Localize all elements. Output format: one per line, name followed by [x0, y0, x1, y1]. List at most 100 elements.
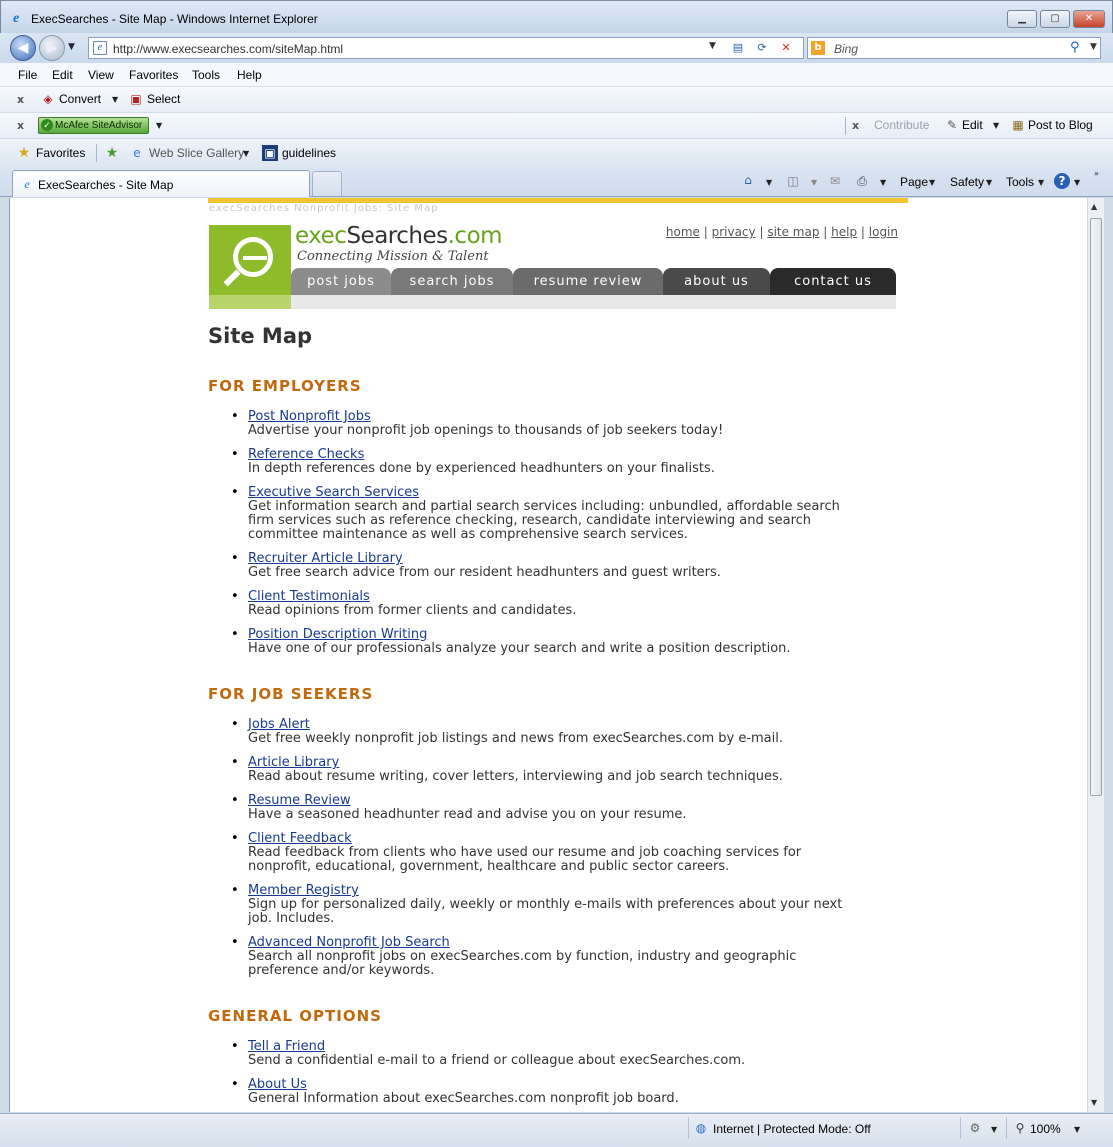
tell-a-friend-link[interactable]: Tell a Friend — [248, 1040, 868, 1054]
add-favorite-icon[interactable]: ★ — [104, 145, 120, 161]
help-icon[interactable]: ? — [1054, 173, 1070, 189]
page-dropdown-icon[interactable]: ▼ — [929, 178, 935, 187]
edit-button[interactable]: Edit — [962, 118, 983, 132]
home-icon[interactable]: ⌂ — [740, 172, 756, 188]
member-registry-link[interactable]: Member Registry — [248, 884, 868, 898]
address-bar[interactable]: e http://www.execsearches.com/siteMap.ht… — [88, 37, 804, 59]
reference-checks-link[interactable]: Reference Checks — [248, 448, 868, 462]
maximize-button[interactable]: ▢ — [1040, 10, 1070, 28]
search-icon[interactable]: ⚲ — [1070, 40, 1080, 55]
chevron-more-icon[interactable]: » — [1094, 169, 1099, 178]
tab-execsearches[interactable]: e ExecSearches - Site Map — [12, 170, 310, 197]
jobs-alert-link[interactable]: Jobs Alert — [248, 718, 868, 732]
convert-dropdown-icon[interactable]: ▼ — [112, 95, 118, 104]
vertical-scrollbar[interactable]: ▲ ▼ — [1087, 198, 1104, 1112]
favorites-button[interactable]: Favorites — [36, 146, 85, 160]
close-toolbar-icon[interactable]: x — [17, 119, 24, 132]
site-logo[interactable] — [209, 225, 291, 309]
nav-post-jobs[interactable]: post jobs — [291, 268, 391, 295]
privacy-link[interactable]: privacy — [712, 225, 756, 239]
scroll-thumb[interactable] — [1090, 218, 1102, 796]
home-dropdown-icon[interactable]: ▼ — [766, 178, 772, 187]
post-nonprofit-jobs-link[interactable]: Post Nonprofit Jobs — [248, 410, 868, 424]
search-input[interactable]: Bing — [834, 42, 858, 56]
url-dropdown-icon[interactable]: ▼ — [709, 41, 716, 51]
scroll-up-icon[interactable]: ▲ — [1091, 202, 1097, 211]
url-field[interactable]: http://www.execsearches.com/siteMap.html — [113, 42, 343, 56]
protected-mode-icon[interactable]: ⚙ — [967, 1120, 983, 1136]
read-mail-icon[interactable]: ✉ — [827, 173, 843, 189]
contribute-button[interactable]: Contribute — [874, 118, 929, 132]
feeds-icon[interactable]: ◫ — [785, 173, 801, 189]
zoom-icon[interactable]: ⚲ — [1012, 1120, 1028, 1136]
close-contribute-icon[interactable]: x — [852, 119, 859, 132]
nav-contact-us[interactable]: contact us — [770, 268, 896, 295]
nav-search-jobs[interactable]: search jobs — [391, 268, 513, 295]
menu-favorites[interactable]: Favorites — [129, 68, 178, 82]
mcafee-dropdown-icon[interactable]: ▼ — [156, 121, 162, 130]
menu-help[interactable]: Help — [237, 68, 262, 82]
compatibility-view-icon[interactable]: ▤ — [729, 40, 747, 56]
zoom-level[interactable]: 100% — [1030, 1122, 1061, 1136]
client-feedback-link[interactable]: Client Feedback — [248, 832, 868, 846]
advanced-job-search-link[interactable]: Advanced Nonprofit Job Search — [248, 936, 868, 950]
feeds-dropdown-icon[interactable]: ▼ — [811, 178, 817, 187]
help-dropdown-icon[interactable]: ▼ — [1074, 178, 1080, 187]
menu-edit[interactable]: Edit — [52, 68, 73, 82]
recruiter-article-library-link[interactable]: Recruiter Article Library — [248, 552, 868, 566]
close-window-button[interactable]: ✕ — [1073, 10, 1105, 28]
safety-menu-button[interactable]: Safety — [950, 175, 984, 189]
convert-button[interactable]: Convert — [59, 92, 101, 106]
forward-button[interactable]: ▶ — [39, 35, 65, 61]
home-link[interactable]: home — [666, 225, 700, 239]
tools-menu-button[interactable]: Tools — [1006, 175, 1034, 189]
nav-resume-review[interactable]: resume review — [513, 268, 663, 295]
item-description: Sign up for personalized daily, weekly o… — [248, 897, 843, 926]
print-icon[interactable]: ⎙ — [854, 173, 870, 189]
minimize-button[interactable]: ▁ — [1007, 10, 1037, 28]
zoom-dropdown-icon[interactable]: ▼ — [1074, 1125, 1080, 1134]
window-title: ExecSearches - Site Map - Windows Intern… — [31, 12, 318, 26]
client-testimonials-link[interactable]: Client Testimonials — [248, 590, 868, 604]
convert-icon: ◈ — [43, 92, 53, 106]
new-tab-button[interactable] — [312, 171, 342, 196]
menu-tools[interactable]: Tools — [192, 68, 220, 82]
recent-pages-dropdown-icon[interactable]: ▼ — [68, 42, 75, 52]
about-us-link[interactable]: About Us — [248, 1078, 868, 1092]
help-link[interactable]: help — [831, 225, 857, 239]
select-button[interactable]: Select — [147, 92, 180, 106]
back-button[interactable]: ◀ — [10, 35, 36, 61]
refresh-icon[interactable]: ⟳ — [753, 40, 771, 56]
menu-view[interactable]: View — [88, 68, 114, 82]
menu-file[interactable]: File — [18, 68, 37, 82]
close-toolbar-icon[interactable]: x — [17, 93, 24, 106]
search-options-dropdown-icon[interactable]: ▼ — [1090, 42, 1097, 52]
page-menu-button[interactable]: Page — [900, 175, 928, 189]
list-item: • Position Description Writing Have one of… — [231, 628, 868, 656]
utility-links: home | privacy | site map | help | login — [665, 225, 898, 239]
executive-search-services-link[interactable]: Executive Search Services — [248, 486, 868, 500]
web-slice-dropdown-icon[interactable]: ▼ — [243, 149, 249, 158]
post-to-blog-button[interactable]: Post to Blog — [1028, 118, 1093, 132]
resume-review-link[interactable]: Resume Review — [248, 794, 868, 808]
stop-icon[interactable]: ✕ — [777, 40, 795, 56]
site-map-link[interactable]: site map — [767, 225, 819, 239]
guidelines-link[interactable]: guidelines — [282, 146, 336, 160]
login-link[interactable]: login — [869, 225, 898, 239]
blog-icon: ▦ — [1012, 118, 1024, 132]
position-description-writing-link[interactable]: Position Description Writing — [248, 628, 868, 642]
print-dropdown-icon[interactable]: ▼ — [880, 178, 886, 187]
tab-row: e ExecSearches - Site Map ⌂ ▼ ◫ ▼ ✉ ⎙ ▼ … — [0, 167, 1113, 197]
article-library-link[interactable]: Article Library — [248, 756, 868, 770]
edit-dropdown-icon[interactable]: ▼ — [993, 121, 999, 130]
scroll-down-icon[interactable]: ▼ — [1091, 1098, 1097, 1107]
web-slice-gallery-link[interactable]: Web Slice Gallery — [149, 146, 244, 160]
mcafee-siteadvisor-button[interactable]: ✓ McAfee SiteAdvisor — [38, 117, 149, 134]
brand-name[interactable]: execSearches.com — [295, 223, 503, 249]
nav-about-us[interactable]: about us — [663, 268, 770, 295]
search-box[interactable]: b Bing ⚲ ▼ — [807, 37, 1101, 59]
protected-mode-dropdown-icon[interactable]: ▼ — [991, 1125, 997, 1134]
tools-dropdown-icon[interactable]: ▼ — [1038, 178, 1044, 187]
security-zone[interactable]: Internet | Protected Mode: Off — [713, 1122, 871, 1136]
safety-dropdown-icon[interactable]: ▼ — [986, 178, 992, 187]
